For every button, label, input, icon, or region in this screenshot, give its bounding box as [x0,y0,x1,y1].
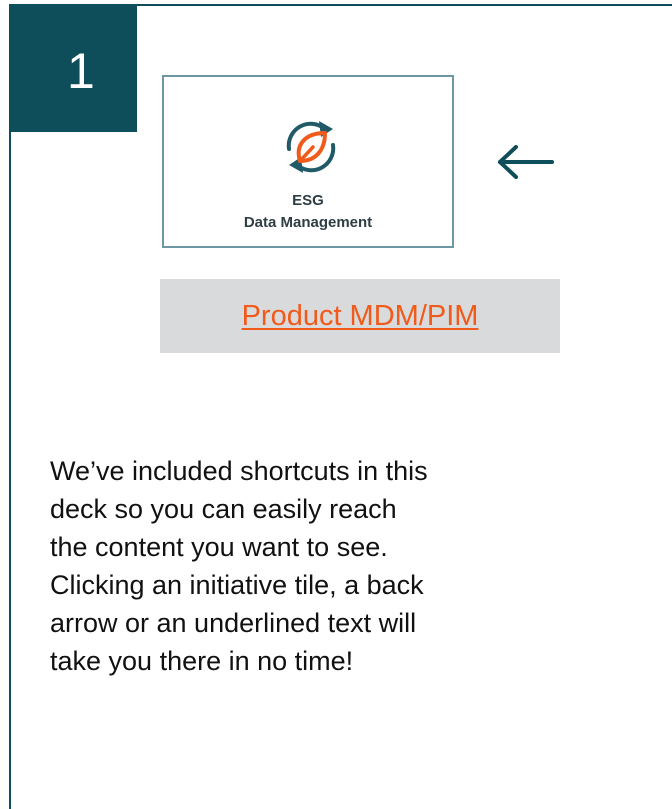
instructions-line: arrow or an underlined text will [50,608,417,638]
instructions-line: the content you want to see. [50,532,388,562]
tile-label-line2: Data Management [243,214,373,231]
instructions-text: We’ve included shortcuts in this deck so… [50,452,630,680]
instructions-line: Clicking an initiative tile, a back [50,570,424,600]
esg-data-management-tile[interactable]: ESG Data Management [162,75,454,248]
instructions-line: deck so you can easily reach [50,494,397,524]
product-mdm-link-box: Product MDM/PIM [160,279,560,353]
instructions-line: take you there in no time! [50,646,354,676]
leaf-recycle-icon [286,121,336,173]
step-number-badge: 1 [9,4,137,132]
product-mdm-pim-link[interactable]: Product MDM/PIM [242,300,479,332]
tile-label-line1: ESG [292,192,324,209]
arrow-left-icon[interactable] [494,142,556,182]
instructions-line: We’ve included shortcuts in this [50,456,428,486]
